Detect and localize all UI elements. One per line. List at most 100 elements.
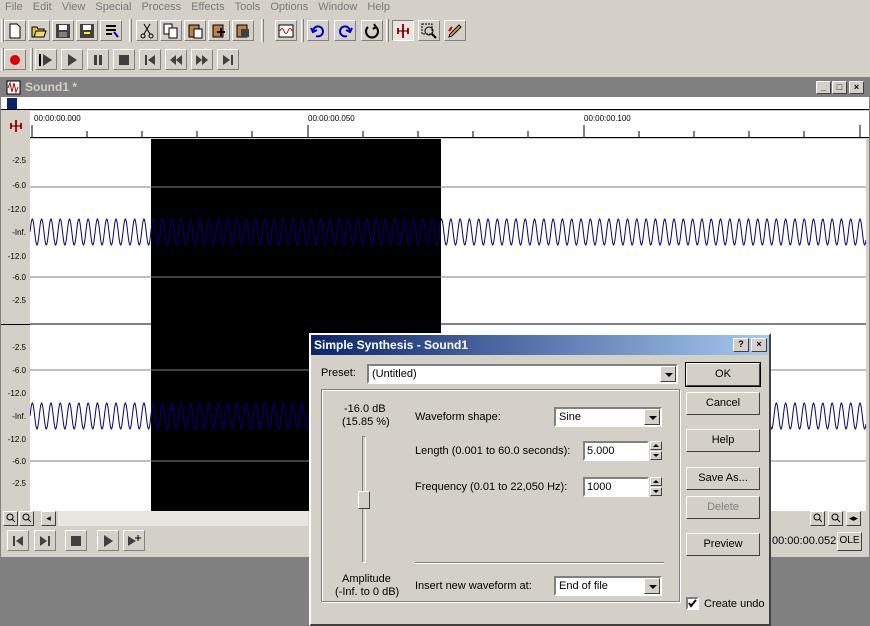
menu-tools[interactable]: Tools bbox=[230, 0, 266, 15]
menu-process[interactable]: Process bbox=[136, 0, 186, 15]
save-button[interactable] bbox=[52, 20, 74, 41]
sound-window-title: Sound1 * bbox=[25, 80, 78, 94]
delete-button[interactable]: Delete bbox=[686, 496, 760, 519]
create-undo-checkbox[interactable] bbox=[686, 597, 699, 610]
redo-button[interactable] bbox=[334, 20, 356, 41]
insert-at-value: End of file bbox=[559, 580, 608, 592]
zoom-in-button-right[interactable] bbox=[828, 511, 843, 526]
cut-button[interactable] bbox=[136, 20, 158, 41]
frequency-input[interactable]: 1000 bbox=[583, 477, 649, 497]
open-button[interactable] bbox=[28, 20, 50, 41]
zoom-in-button[interactable] bbox=[19, 511, 34, 526]
db-label: -6.0 bbox=[12, 181, 26, 190]
repeat-button[interactable] bbox=[361, 20, 383, 41]
context-help-button[interactable]: ? bbox=[733, 338, 749, 352]
chevron-down-icon[interactable] bbox=[644, 578, 660, 594]
dialog-close-button[interactable]: × bbox=[751, 338, 767, 352]
chevron-down-icon[interactable] bbox=[660, 366, 676, 382]
horizontal-scrollbar[interactable] bbox=[58, 511, 308, 526]
db-label: -2.5 bbox=[12, 343, 26, 352]
redo-icon bbox=[339, 25, 353, 38]
trim-button[interactable] bbox=[275, 20, 297, 41]
db-label: -12.0 bbox=[7, 205, 26, 214]
db-label: -2.5 bbox=[12, 479, 26, 488]
dialog-titlebar[interactable]: Simple Synthesis - Sound1 ? × bbox=[311, 335, 769, 355]
menu-window[interactable]: Window bbox=[313, 0, 362, 15]
cancel-button[interactable]: Cancel bbox=[686, 392, 760, 415]
menu-bar: File Edit View Special Process Effects Tools Op… bbox=[0, 0, 870, 15]
copy-button[interactable] bbox=[160, 20, 182, 41]
fast-forward-button[interactable] bbox=[191, 49, 213, 70]
sound-window-titlebar[interactable]: Sound1 * _ □ × bbox=[1, 78, 869, 97]
go-to-start-button[interactable] bbox=[7, 530, 29, 551]
pencil-tool-button[interactable] bbox=[444, 20, 466, 41]
new-button[interactable] bbox=[4, 20, 26, 41]
play-button[interactable] bbox=[61, 49, 83, 70]
stop-button[interactable] bbox=[65, 530, 87, 551]
play-looped-button[interactable] bbox=[35, 49, 57, 70]
save-as-button[interactable] bbox=[76, 20, 98, 41]
frequency-spin-down[interactable] bbox=[650, 487, 662, 496]
preview-button[interactable]: Preview bbox=[686, 533, 760, 556]
length-input[interactable]: 5.000 bbox=[583, 441, 649, 461]
menu-effects[interactable]: Effects bbox=[186, 0, 229, 15]
toolbar-separator bbox=[386, 19, 389, 42]
ruler-ticks bbox=[31, 125, 861, 137]
ok-button[interactable]: OK bbox=[685, 362, 761, 387]
magnify-tool-button[interactable] bbox=[418, 20, 440, 41]
toolbar-separator bbox=[129, 19, 132, 42]
insert-at-label: Insert new waveform at: bbox=[415, 580, 532, 592]
amplitude-slider-thumb[interactable] bbox=[358, 491, 370, 509]
menu-options[interactable]: Options bbox=[265, 0, 313, 15]
scroll-left-button[interactable]: ◂ bbox=[41, 511, 56, 526]
insert-at-combo[interactable]: End of file bbox=[554, 576, 662, 596]
help-button[interactable]: Help bbox=[686, 429, 760, 452]
properties-button[interactable] bbox=[100, 20, 122, 41]
menu-help[interactable]: Help bbox=[362, 0, 395, 15]
rewind-icon bbox=[170, 55, 182, 65]
play-all-button[interactable] bbox=[123, 530, 145, 551]
overview-bar[interactable] bbox=[1, 97, 869, 110]
rewind-button[interactable] bbox=[165, 49, 187, 70]
menu-special[interactable]: Special bbox=[90, 0, 136, 15]
menu-edit[interactable]: Edit bbox=[28, 0, 57, 15]
length-spin-up[interactable] bbox=[650, 441, 662, 450]
waveform-shape-combo[interactable]: Sine bbox=[554, 407, 662, 427]
play-button[interactable] bbox=[97, 530, 119, 551]
minimize-button[interactable]: _ bbox=[816, 81, 831, 94]
save-as-button[interactable]: Save As... bbox=[686, 467, 760, 490]
db-label: -2.5 bbox=[12, 296, 26, 305]
pause-button[interactable] bbox=[87, 49, 109, 70]
record-button[interactable] bbox=[4, 49, 26, 70]
zoom-out-button-right[interactable] bbox=[810, 511, 825, 526]
ole-button[interactable]: OLE bbox=[837, 532, 862, 551]
dialog-title: Simple Synthesis - Sound1 bbox=[314, 338, 469, 352]
preset-combo[interactable]: (Untitled) bbox=[367, 364, 678, 384]
chevron-down-icon[interactable] bbox=[644, 409, 660, 425]
crop-button[interactable] bbox=[232, 20, 254, 41]
save-icon bbox=[56, 24, 70, 38]
paste-button[interactable] bbox=[184, 20, 206, 41]
zoom-out-button[interactable] bbox=[3, 511, 18, 526]
mix-button[interactable] bbox=[208, 20, 230, 41]
db-scale: -2.5 -6.0 -12.0 -Inf. -12.0 -6.0 -2.5 -2… bbox=[1, 139, 30, 511]
undo-button[interactable] bbox=[307, 20, 329, 41]
db-label: -12.0 bbox=[7, 435, 26, 444]
frequency-spin-up[interactable] bbox=[650, 477, 662, 486]
amplitude-db-readout: -16.0 dB bbox=[344, 403, 386, 415]
menu-view[interactable]: View bbox=[57, 0, 91, 15]
time-ruler[interactable]: 00:00:00.000 00:00:00.050 00:00:00.100 bbox=[30, 111, 869, 138]
ruler-label: 00:00:00.000 bbox=[34, 114, 81, 123]
edit-tool-button[interactable] bbox=[392, 20, 414, 41]
overview-view-marker[interactable] bbox=[7, 98, 17, 109]
maximize-button[interactable]: □ bbox=[832, 81, 847, 94]
zoom-horizontal-button[interactable]: ◂▸ bbox=[846, 511, 861, 526]
db-label: -12.0 bbox=[7, 252, 26, 261]
go-to-end-button[interactable] bbox=[34, 530, 56, 551]
close-button[interactable]: × bbox=[849, 81, 864, 94]
go-to-start-button[interactable] bbox=[139, 49, 161, 70]
menu-file[interactable]: File bbox=[0, 0, 28, 15]
length-spin-down[interactable] bbox=[650, 451, 662, 460]
go-to-end-button[interactable] bbox=[217, 49, 239, 70]
stop-button[interactable] bbox=[113, 49, 135, 70]
